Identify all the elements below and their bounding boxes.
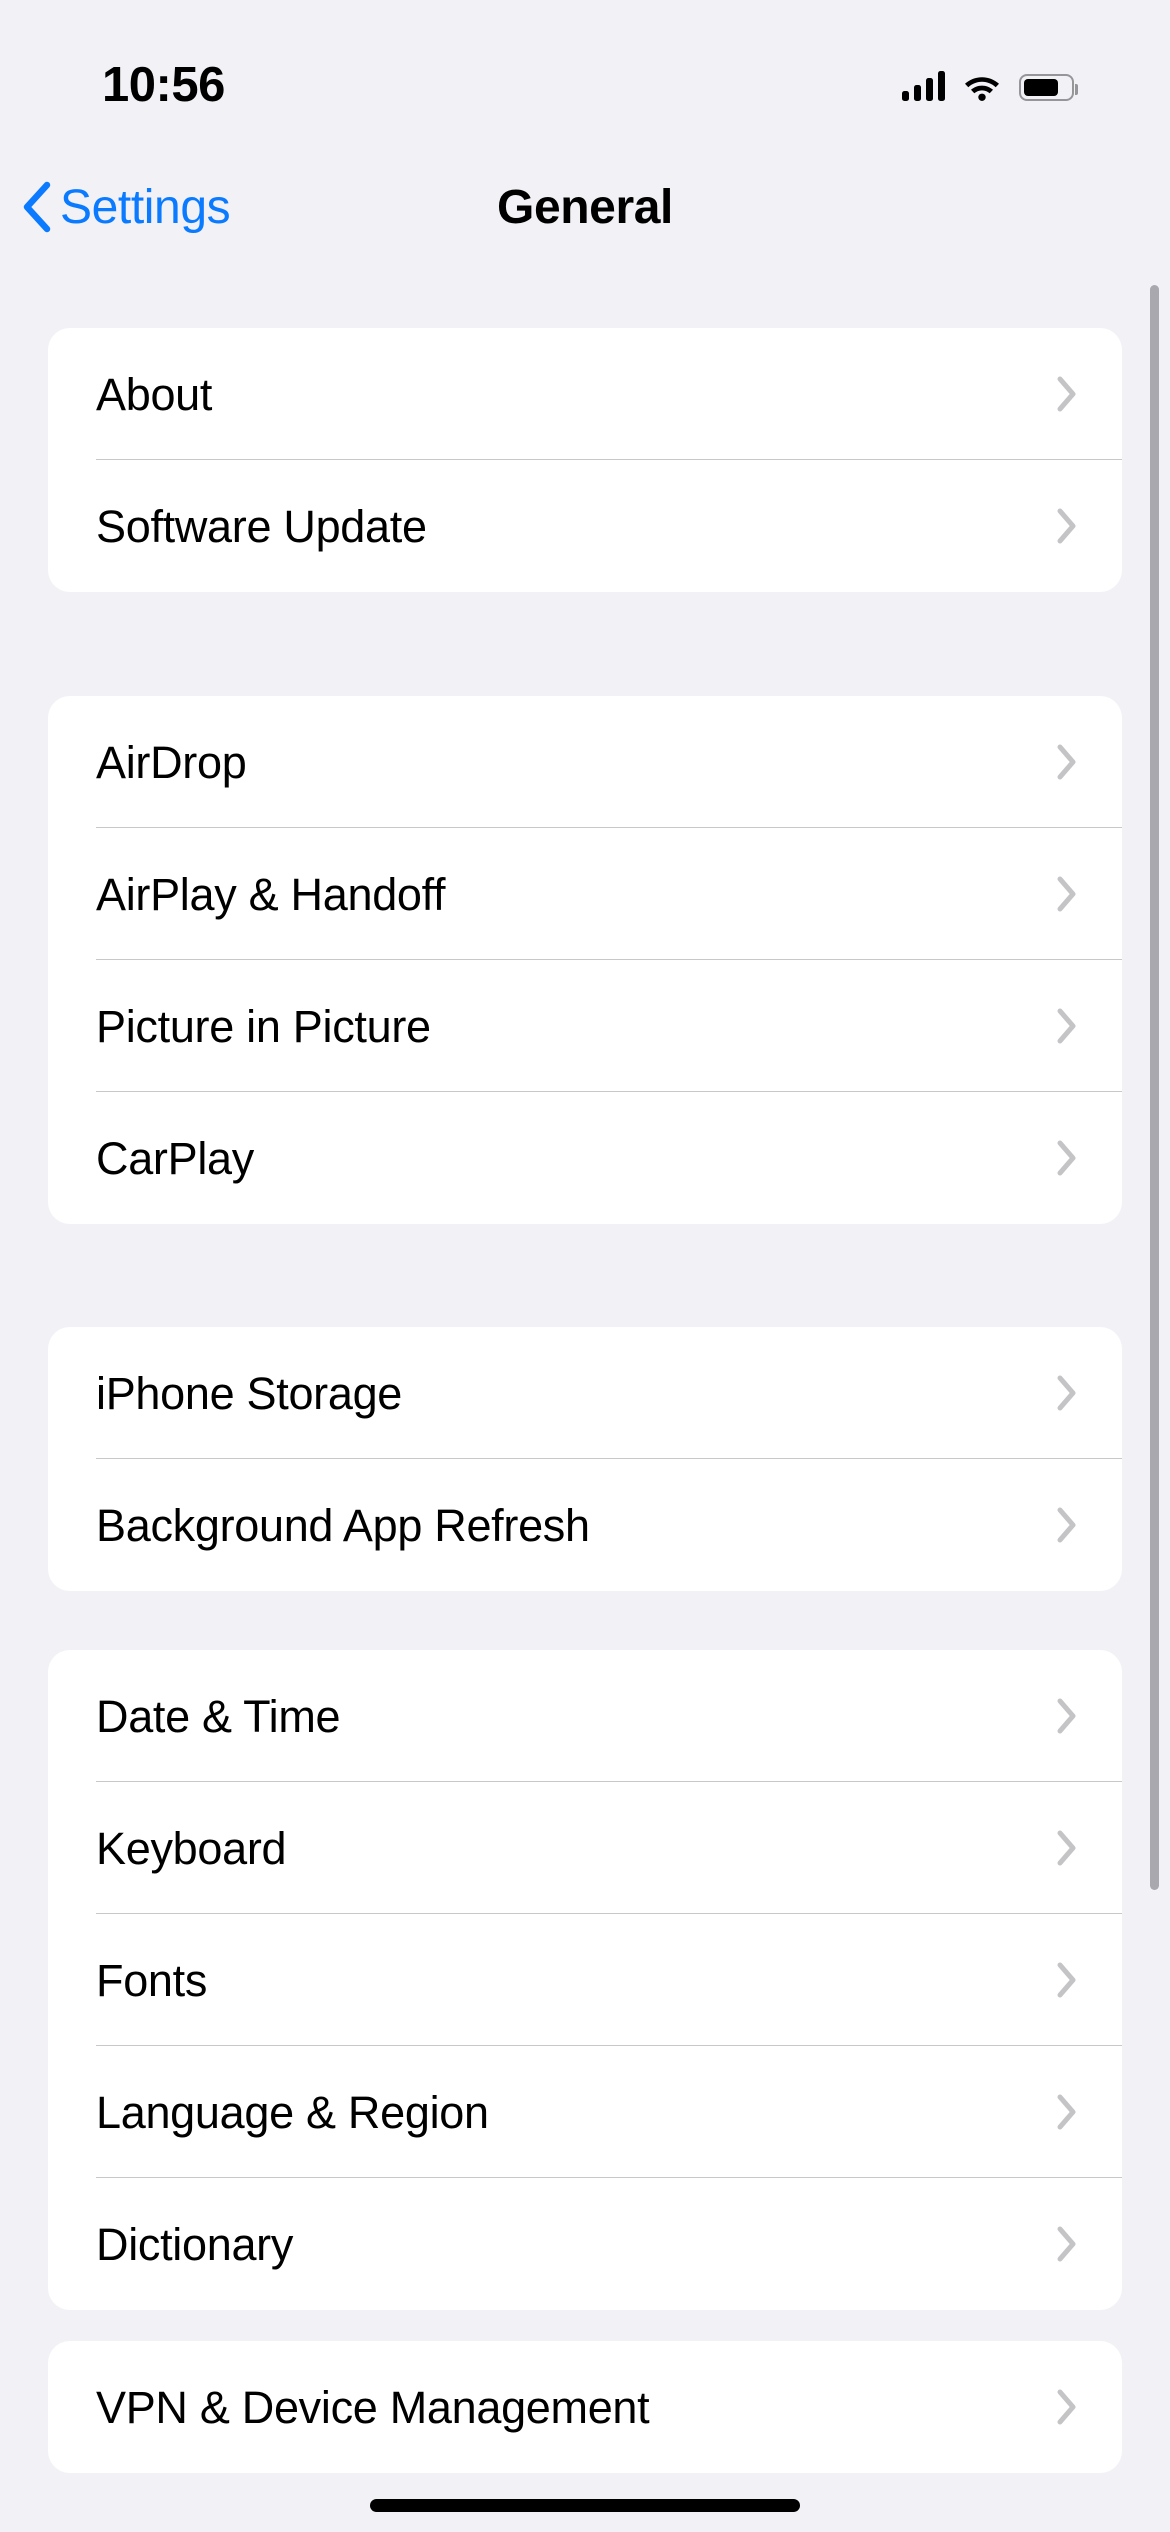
chevron-right-icon xyxy=(1057,1375,1076,1411)
chevron-right-icon xyxy=(1057,1830,1076,1866)
localization-group: Date & Time Keyboard Fonts Language & Regio… xyxy=(48,1650,1122,2310)
chevron-right-icon xyxy=(1057,1008,1076,1044)
settings-row-label: VPN & Device Management xyxy=(96,2381,650,2433)
settings-row[interactable]: About xyxy=(48,328,1122,460)
chevron-right-icon xyxy=(1057,1140,1076,1176)
settings-row-label: Language & Region xyxy=(96,2086,489,2138)
status-bar-icons xyxy=(902,71,1078,101)
battery-icon xyxy=(1019,74,1078,101)
settings-row[interactable]: CarPlay xyxy=(48,1092,1122,1224)
settings-row-label: Fonts xyxy=(96,1954,208,2006)
management-group: VPN & Device Management xyxy=(48,2341,1122,2473)
vertical-scrollbar[interactable] xyxy=(1150,285,1159,1890)
settings-row-label: CarPlay xyxy=(96,1132,254,1184)
settings-row-label: iPhone Storage xyxy=(96,1367,403,1419)
device-info-group: About Software Update xyxy=(48,328,1122,592)
settings-row-label: Picture in Picture xyxy=(96,1000,431,1052)
chevron-right-icon xyxy=(1057,2389,1076,2425)
settings-row[interactable]: Picture in Picture xyxy=(48,960,1122,1092)
settings-row-label: About xyxy=(96,368,213,420)
settings-row-label: Background App Refresh xyxy=(96,1499,590,1551)
settings-row[interactable]: AirPlay & Handoff xyxy=(48,828,1122,960)
settings-row[interactable]: Language & Region xyxy=(48,2046,1122,2178)
wifi-icon xyxy=(963,73,1001,101)
settings-row[interactable]: AirDrop xyxy=(48,696,1122,828)
settings-row[interactable]: VPN & Device Management xyxy=(48,2341,1122,2473)
settings-row[interactable]: Fonts xyxy=(48,1914,1122,2046)
status-bar: 10:56 xyxy=(0,0,1170,152)
chevron-right-icon xyxy=(1057,744,1076,780)
cellular-signal-icon xyxy=(902,71,945,101)
connectivity-group: AirDrop AirPlay & Handoff Picture in Pictu… xyxy=(48,696,1122,1224)
settings-row-label: AirDrop xyxy=(96,736,247,788)
settings-row[interactable]: iPhone Storage xyxy=(48,1327,1122,1459)
settings-list[interactable]: About Software Update AirDrop AirPlay & Han… xyxy=(0,262,1170,2532)
settings-row-label: Date & Time xyxy=(96,1690,341,1742)
page-title: General xyxy=(497,180,673,234)
settings-row-label: AirPlay & Handoff xyxy=(96,868,446,920)
settings-row-label: Software Update xyxy=(96,500,427,552)
chevron-right-icon xyxy=(1057,508,1076,544)
status-bar-time: 10:56 xyxy=(102,58,225,112)
settings-row[interactable]: Software Update xyxy=(48,460,1122,592)
settings-row[interactable]: Date & Time xyxy=(48,1650,1122,1782)
chevron-right-icon xyxy=(1057,1962,1076,1998)
navigation-bar: Settings General xyxy=(0,152,1170,262)
settings-general-screen: 10:56 Settings General About Software Up… xyxy=(0,0,1170,2532)
chevron-right-icon xyxy=(1057,876,1076,912)
chevron-right-icon xyxy=(1057,2226,1076,2262)
settings-row[interactable]: Background App Refresh xyxy=(48,1459,1122,1591)
home-indicator xyxy=(370,2499,800,2512)
settings-row-label: Keyboard xyxy=(96,1822,287,1874)
storage-group: iPhone Storage Background App Refresh xyxy=(48,1327,1122,1591)
settings-row[interactable]: Dictionary xyxy=(48,2178,1122,2310)
settings-row-label: Dictionary xyxy=(96,2218,294,2270)
chevron-right-icon xyxy=(1057,1698,1076,1734)
chevron-right-icon xyxy=(1057,376,1076,412)
chevron-right-icon xyxy=(1057,1507,1076,1543)
chevron-right-icon xyxy=(1057,2094,1076,2130)
settings-row[interactable]: Keyboard xyxy=(48,1782,1122,1914)
